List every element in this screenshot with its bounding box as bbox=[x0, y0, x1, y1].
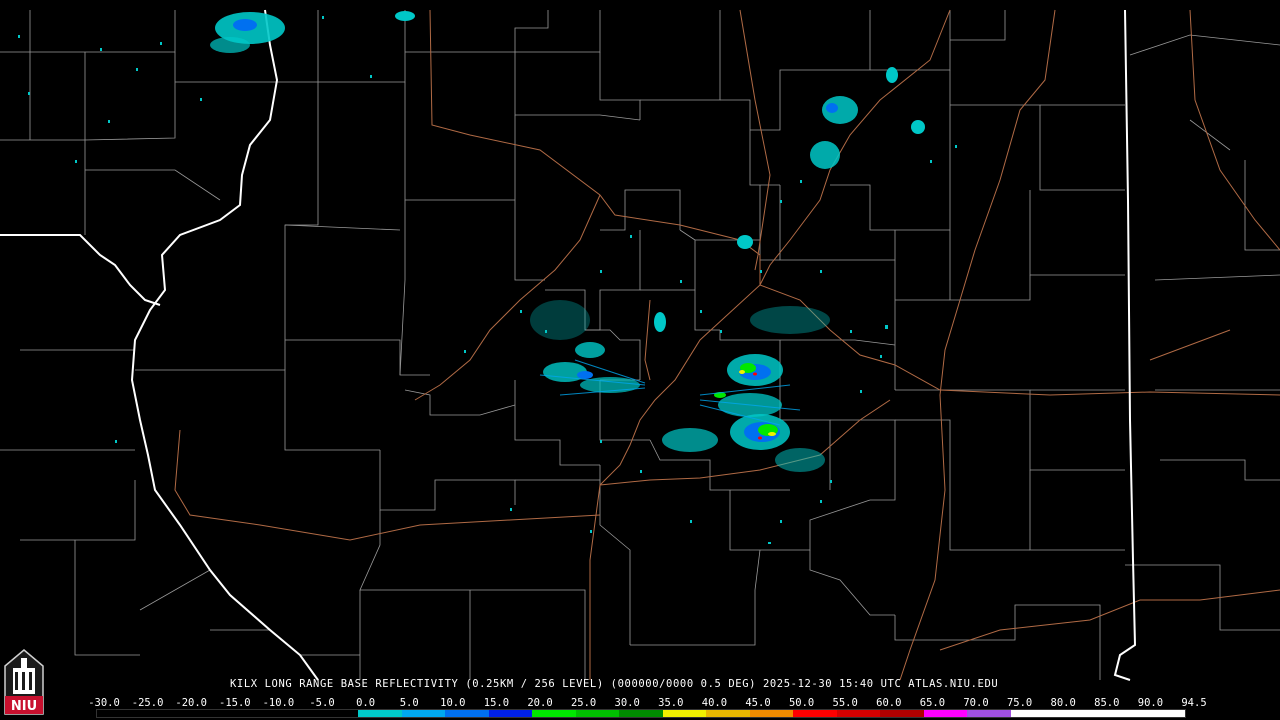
scale-color-segment bbox=[184, 710, 228, 717]
scale-label: 55.0 bbox=[832, 697, 858, 709]
scale-color-segment bbox=[314, 710, 359, 717]
scale-label: 65.0 bbox=[919, 697, 946, 709]
scale-label: 70.0 bbox=[963, 697, 989, 709]
scale-color-segment bbox=[1141, 710, 1185, 717]
scale-color-segment bbox=[97, 710, 141, 717]
scale-label: 35.0 bbox=[658, 697, 684, 709]
scale-color-segment bbox=[706, 710, 750, 717]
scale-label: 75.0 bbox=[1006, 697, 1033, 709]
scale-label: 50.0 bbox=[788, 697, 815, 709]
scale-label: 90.0 bbox=[1137, 697, 1164, 709]
scale-label: 30.0 bbox=[614, 697, 640, 709]
color-scale-labels: -30.0 -25.0 -20.0 -15.0 -10.0 -5.0 0.0 5.0 10.0 1… bbox=[88, 697, 1206, 709]
scale-label: -20.0 bbox=[175, 697, 207, 709]
scale-label: -25.0 bbox=[131, 697, 164, 709]
scale-color-segment bbox=[967, 710, 1011, 717]
scale-color-segment bbox=[836, 710, 881, 717]
scale-color-segment bbox=[532, 710, 576, 717]
scale-label: 40.0 bbox=[701, 697, 728, 709]
scale-label: -30.0 bbox=[88, 697, 120, 709]
scale-color-segment bbox=[880, 710, 924, 717]
scale-color-segment bbox=[140, 710, 185, 717]
scale-label: 20.0 bbox=[527, 697, 553, 709]
scale-label: 5.0 bbox=[399, 697, 419, 709]
scale-label: -5.0 bbox=[309, 697, 335, 709]
scale-color-segment bbox=[401, 710, 446, 717]
radar-map bbox=[0, 0, 1280, 720]
scale-label: 15.0 bbox=[483, 697, 510, 709]
scale-color-segment bbox=[793, 710, 837, 717]
scale-color-segment bbox=[575, 710, 620, 717]
scale-color-segment bbox=[445, 710, 489, 717]
color-scale-bar bbox=[96, 709, 1186, 718]
scale-label: 10.0 bbox=[440, 697, 466, 709]
scale-color-segment bbox=[1010, 710, 1055, 717]
scale-label: 94.5 bbox=[1181, 697, 1207, 709]
scale-color-segment bbox=[358, 710, 402, 717]
scale-color-segment bbox=[1054, 710, 1098, 717]
scale-color-segment bbox=[662, 710, 707, 717]
product-title: KILX LONG RANGE BASE REFLECTIVITY (0.25K… bbox=[230, 678, 999, 690]
scale-color-segment bbox=[749, 710, 794, 717]
scale-label: -15.0 bbox=[218, 697, 251, 709]
scale-label: 25.0 bbox=[570, 697, 597, 709]
scale-color-segment bbox=[1097, 710, 1142, 717]
scale-color-segment bbox=[923, 710, 968, 717]
niu-logo: NIU bbox=[4, 649, 44, 715]
scale-color-segment bbox=[488, 710, 533, 717]
scale-label: 60.0 bbox=[876, 697, 902, 709]
scale-label: -10.0 bbox=[262, 697, 295, 709]
scale-color-segment bbox=[271, 710, 315, 717]
scale-label: 85.0 bbox=[1094, 697, 1120, 709]
scale-label: 45.0 bbox=[745, 697, 771, 709]
logo-text: NIU bbox=[11, 699, 37, 714]
scale-color-segment bbox=[227, 710, 272, 717]
scale-color-segment bbox=[619, 710, 663, 717]
scale-label: 80.0 bbox=[1050, 697, 1076, 709]
scale-label: 0.0 bbox=[356, 697, 376, 709]
